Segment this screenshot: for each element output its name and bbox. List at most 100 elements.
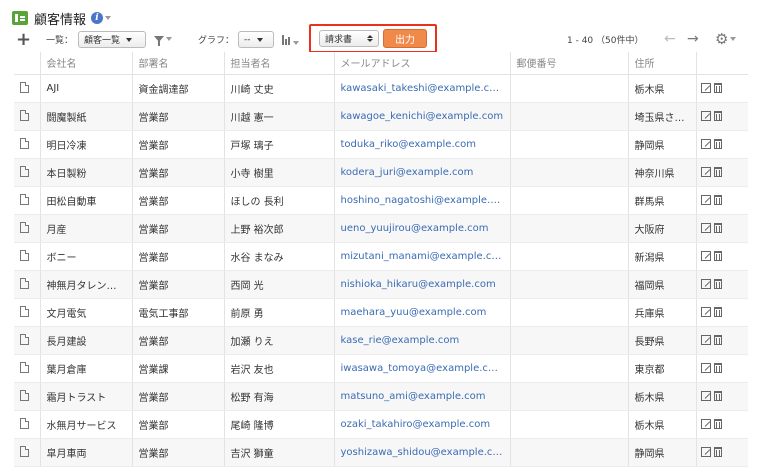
bar-chart-icon[interactable] xyxy=(282,28,300,50)
trash-icon[interactable] xyxy=(713,250,722,261)
edit-icon[interactable] xyxy=(700,446,711,457)
chevron-down-icon[interactable] xyxy=(105,16,112,20)
document-icon[interactable] xyxy=(20,194,29,206)
arrow-left-icon[interactable]: ← xyxy=(664,28,676,50)
graph-select[interactable]: -- xyxy=(238,31,274,48)
row-doc-cell[interactable] xyxy=(14,270,40,299)
trash-icon[interactable] xyxy=(713,82,722,93)
cell-email-link[interactable]: hoshino_nagatoshi@example.com xyxy=(333,186,510,215)
document-icon[interactable] xyxy=(20,278,29,290)
table-row[interactable]: 葉月倉庫 営業課 岩沢 友也 iwasawa_tomoya@example.com 東京… xyxy=(14,354,748,383)
edit-icon[interactable] xyxy=(700,166,711,177)
edit-icon[interactable] xyxy=(700,138,711,149)
cell-email-link[interactable]: nishioka_hikaru@example.com xyxy=(333,270,510,299)
table-row[interactable]: 霜月トラスト 営業部 松野 有海 matsuno_ami@example.com 栃木県 xyxy=(14,382,748,411)
plus-icon[interactable]: + xyxy=(16,28,31,50)
arrow-right-icon[interactable]: → xyxy=(687,28,699,50)
document-icon[interactable] xyxy=(20,390,29,402)
output-button[interactable]: 出力 xyxy=(383,29,427,48)
row-doc-cell[interactable] xyxy=(14,102,40,131)
edit-icon[interactable] xyxy=(700,418,711,429)
list-select[interactable]: 顧客一覧 xyxy=(78,31,146,48)
trash-icon[interactable] xyxy=(713,306,722,317)
table-row[interactable]: 水無月サービス 営業部 尾崎 隆博 ozaki_takahiro@example.co… xyxy=(14,410,748,439)
cell-email-link[interactable]: kawagoe_kenichi@example.com xyxy=(333,102,510,131)
col-header-company[interactable]: 会社名 xyxy=(39,52,132,75)
table-row[interactable]: 長月建設 営業部 加瀬 りえ kase_rie@example.com 長野県 xyxy=(14,326,748,355)
document-icon[interactable] xyxy=(20,418,29,430)
cell-email-link[interactable]: kodera_juri@example.com xyxy=(333,158,510,187)
trash-icon[interactable] xyxy=(713,138,722,149)
row-doc-cell[interactable] xyxy=(14,410,40,439)
cell-email-link[interactable]: toduka_riko@example.com xyxy=(333,130,510,159)
edit-icon[interactable] xyxy=(700,334,711,345)
trash-icon[interactable] xyxy=(713,222,722,233)
cell-email-link[interactable]: matsuno_ami@example.com xyxy=(333,382,510,411)
edit-icon[interactable] xyxy=(700,194,711,205)
edit-icon[interactable] xyxy=(700,306,711,317)
document-icon[interactable] xyxy=(20,334,29,346)
cell-email-link[interactable]: ueno_yuujirou@example.com xyxy=(333,214,510,243)
cell-email-link[interactable]: mizutani_manami@example.com xyxy=(333,242,510,271)
document-icon[interactable] xyxy=(20,250,29,262)
edit-icon[interactable] xyxy=(700,278,711,289)
document-icon[interactable] xyxy=(20,110,29,122)
col-header-zip[interactable]: 郵便番号 xyxy=(509,52,628,75)
col-header-dept[interactable]: 部署名 xyxy=(131,52,224,75)
table-row[interactable]: 文月電気 電気工事部 前原 勇 maehara_yuu@example.com 兵庫県 xyxy=(14,298,748,327)
edit-icon[interactable] xyxy=(700,390,711,401)
funnel-icon[interactable] xyxy=(154,28,172,50)
trash-icon[interactable] xyxy=(713,446,722,457)
cell-email-link[interactable]: ozaki_takahiro@example.com xyxy=(333,410,510,439)
row-doc-cell[interactable] xyxy=(14,186,40,215)
table-row[interactable]: 月産 営業部 上野 裕次郎 ueno_yuujirou@example.com 大阪府 xyxy=(14,214,748,243)
table-row[interactable]: 皐月車両 営業部 吉沢 獅童 yoshizawa_shidou@example.com… xyxy=(14,438,748,467)
edit-icon[interactable] xyxy=(700,82,711,93)
document-icon[interactable] xyxy=(20,82,29,94)
row-doc-cell[interactable] xyxy=(14,214,40,243)
row-doc-cell[interactable] xyxy=(14,74,40,103)
document-icon[interactable] xyxy=(20,306,29,318)
table-row[interactable]: 明日冷凍 営業部 戸塚 璃子 toduka_riko@example.com 静岡県 xyxy=(14,130,748,159)
cell-email-link[interactable]: yoshizawa_shidou@example.com xyxy=(333,438,510,467)
row-doc-cell[interactable] xyxy=(14,298,40,327)
document-icon[interactable] xyxy=(20,222,29,234)
row-doc-cell[interactable] xyxy=(14,242,40,271)
document-icon[interactable] xyxy=(20,362,29,374)
cell-email-link[interactable]: kase_rie@example.com xyxy=(333,326,510,355)
trash-icon[interactable] xyxy=(713,166,722,177)
document-icon[interactable] xyxy=(20,446,29,458)
edit-icon[interactable] xyxy=(700,110,711,121)
cell-email-link[interactable]: maehara_yuu@example.com xyxy=(333,298,510,327)
table-row[interactable]: 田松自動車 営業部 ほしの 長利 hoshino_nagatoshi@example.… xyxy=(14,186,748,215)
document-icon[interactable] xyxy=(20,138,29,150)
row-doc-cell[interactable] xyxy=(14,326,40,355)
col-header-person[interactable]: 担当者名 xyxy=(223,52,334,75)
table-row[interactable]: 本日製粉 営業部 小寺 樹里 kodera_juri@example.com 神奈川県 xyxy=(14,158,748,187)
report-select[interactable]: 請求書 xyxy=(319,30,379,47)
trash-icon[interactable] xyxy=(713,194,722,205)
cell-email-link[interactable]: iwasawa_tomoya@example.com xyxy=(333,354,510,383)
trash-icon[interactable] xyxy=(713,278,722,289)
gear-icon[interactable]: ⚙ xyxy=(715,28,737,50)
edit-icon[interactable] xyxy=(700,250,711,261)
table-row[interactable]: AJI 資金調達部 川崎 丈史 kawasaki_takeshi@example.co… xyxy=(14,74,748,103)
table-row[interactable]: 闘魔製紙 営業部 川越 憲一 kawagoe_kenichi@example.com 埼… xyxy=(14,102,748,131)
cell-email-link[interactable]: kawasaki_takeshi@example.com xyxy=(333,74,510,103)
trash-icon[interactable] xyxy=(713,418,722,429)
info-icon[interactable]: i xyxy=(91,12,104,24)
row-doc-cell[interactable] xyxy=(14,382,40,411)
row-doc-cell[interactable] xyxy=(14,130,40,159)
edit-icon[interactable] xyxy=(700,222,711,233)
trash-icon[interactable] xyxy=(713,362,722,373)
document-icon[interactable] xyxy=(20,166,29,178)
col-header-email[interactable]: メールアドレス xyxy=(333,52,510,75)
table-row[interactable]: 神無月タレントプロダクション営業部西岡 光nishioka_hikaru@exa… xyxy=(14,270,748,299)
row-doc-cell[interactable] xyxy=(14,438,40,467)
edit-icon[interactable] xyxy=(700,362,711,373)
trash-icon[interactable] xyxy=(713,334,722,345)
row-doc-cell[interactable] xyxy=(14,354,40,383)
col-header-address[interactable]: 住所 xyxy=(627,52,696,75)
trash-icon[interactable] xyxy=(713,110,722,121)
table-row[interactable]: ボニー 営業部 水谷 まなみ mizutani_manami@example.com 新… xyxy=(14,242,748,271)
